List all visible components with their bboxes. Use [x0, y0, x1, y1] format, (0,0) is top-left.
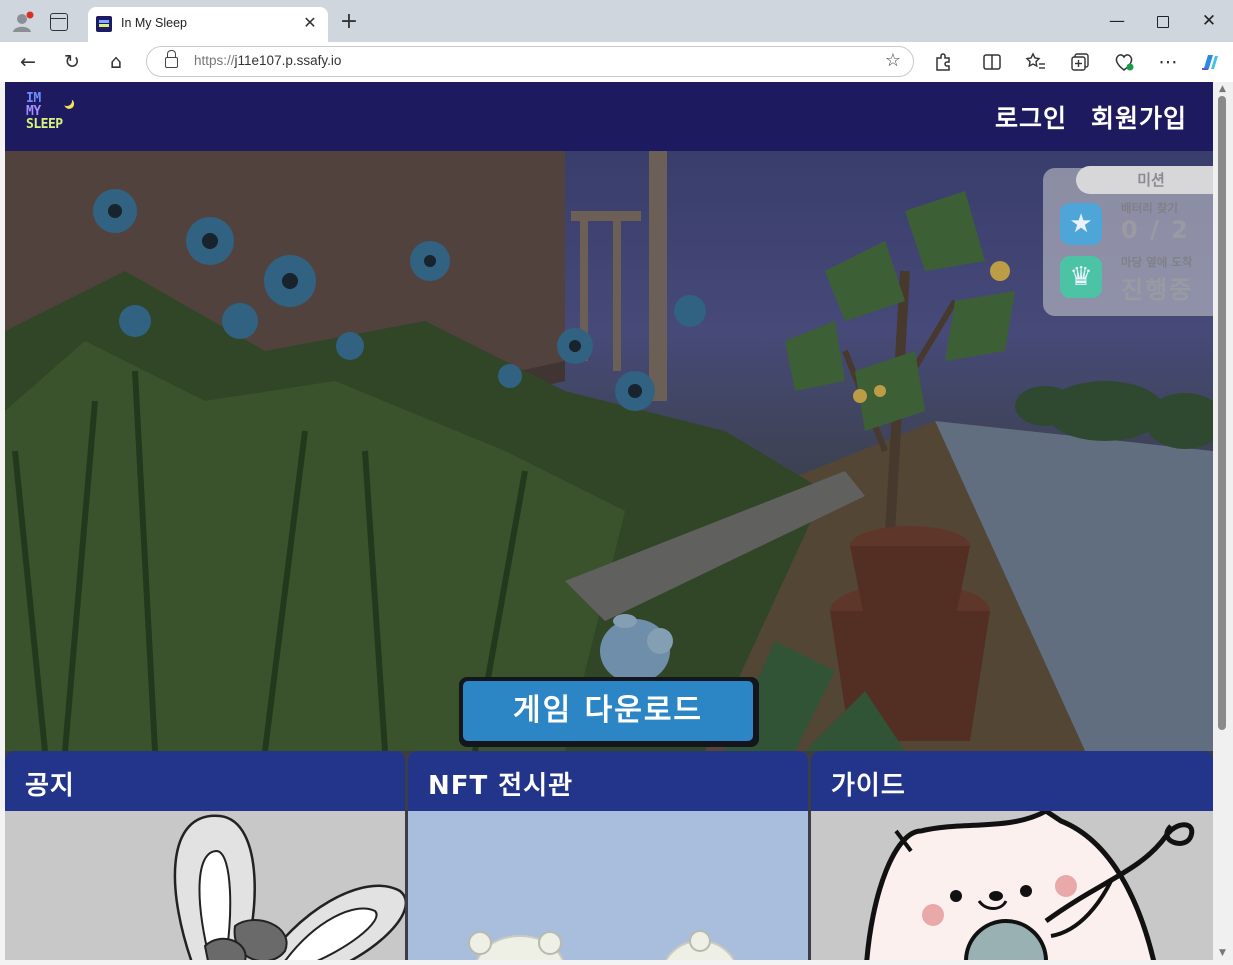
back-button[interactable]: ←	[16, 50, 40, 74]
extensions-icon[interactable]	[932, 50, 956, 74]
browser-toolbar: ← ↻ ⌂ https://j11e107.p.ssafy.io ☆ ⋯	[0, 42, 1233, 82]
browser-tab-active[interactable]: In My Sleep ✕	[88, 7, 328, 42]
tab-close-icon[interactable]: ✕	[300, 13, 320, 33]
scroll-down-icon[interactable]: ▼	[1219, 948, 1226, 958]
card-header: 가이드	[811, 751, 1213, 811]
hero-game-scene: 미션 ★ 배터리 찾기 0 / 2 ♛ 마당 옆에 도착 진행중 게임 다운로드	[5, 151, 1213, 751]
lock-icon[interactable]	[165, 50, 178, 68]
mission-title: 미션	[1076, 166, 1213, 194]
mission-item-value: 진행중	[1121, 276, 1194, 304]
address-bar[interactable]: https://j11e107.p.ssafy.io ☆	[146, 46, 914, 77]
guide-card[interactable]: 가이드	[811, 751, 1213, 960]
mission-item-label: 마당 옆에 도착	[1121, 255, 1193, 269]
card-image	[408, 811, 808, 960]
card-title: 가이드	[831, 771, 906, 801]
bunny-illustration	[173, 814, 405, 960]
refresh-button[interactable]: ↻	[60, 50, 84, 74]
site-header: IM MY SLEEP 로그인 회원가입	[5, 82, 1213, 151]
split-screen-icon[interactable]	[980, 50, 1004, 74]
card-title: NFT 전시관	[428, 771, 574, 801]
close-window-button[interactable]: ✕	[1197, 10, 1221, 32]
signup-link[interactable]: 회원가입	[1091, 99, 1187, 135]
card-header: NFT 전시관	[408, 751, 808, 811]
favorite-star-icon[interactable]: ☆	[885, 50, 901, 71]
cat-illustration	[864, 811, 1195, 960]
notice-card[interactable]: 공지	[5, 751, 405, 960]
nft-gallery-card[interactable]: NFT 전시관	[408, 751, 808, 960]
page-viewport: IM MY SLEEP 로그인 회원가입 미션 ★ 배터리 찾기 0 / 2 ♛…	[5, 82, 1213, 960]
mission-item-label: 배터리 찾기	[1121, 201, 1178, 215]
tab-actions-icon[interactable]	[50, 13, 68, 31]
in-my-sleep-logo[interactable]: IM MY SLEEP	[26, 92, 82, 138]
new-tab-button[interactable]: +	[337, 11, 361, 35]
card-header: 공지	[5, 751, 405, 811]
browser-essentials-icon[interactable]	[1112, 50, 1136, 74]
card-image	[5, 811, 405, 960]
mission-item-value: 0 / 2	[1121, 216, 1190, 244]
scroll-thumb[interactable]	[1218, 96, 1226, 730]
collections-icon[interactable]	[1068, 50, 1092, 74]
copilot-icon[interactable]	[1198, 50, 1222, 74]
game-download-label: 게임 다운로드	[463, 681, 753, 741]
star-icon: ★	[1060, 203, 1102, 245]
minimize-button[interactable]: —	[1105, 10, 1129, 32]
login-link[interactable]: 로그인	[995, 99, 1067, 135]
site-favicon-icon	[96, 16, 112, 32]
card-image	[811, 811, 1213, 960]
bear-illustration	[468, 930, 735, 960]
home-button[interactable]: ⌂	[104, 50, 128, 74]
tab-title: In My Sleep	[121, 16, 188, 30]
hero-dim-overlay	[5, 151, 1213, 751]
game-download-button[interactable]: 게임 다운로드	[459, 677, 759, 747]
profile-icon[interactable]	[12, 11, 34, 33]
card-title: 공지	[25, 771, 75, 801]
mission-panel: 미션 ★ 배터리 찾기 0 / 2 ♛ 마당 옆에 도착 진행중	[1043, 166, 1213, 316]
page-scrollbar[interactable]: ▲ ▼	[1213, 82, 1233, 960]
scroll-up-icon[interactable]: ▲	[1219, 84, 1226, 94]
maximize-button[interactable]	[1151, 10, 1175, 32]
browser-tab-bar: In My Sleep ✕ + — ✕	[0, 0, 1233, 42]
url-text[interactable]: https://j11e107.p.ssafy.io	[194, 53, 341, 68]
crown-icon: ♛	[1060, 256, 1102, 298]
more-options-icon[interactable]: ⋯	[1156, 50, 1180, 74]
favorites-list-icon[interactable]	[1024, 50, 1048, 74]
